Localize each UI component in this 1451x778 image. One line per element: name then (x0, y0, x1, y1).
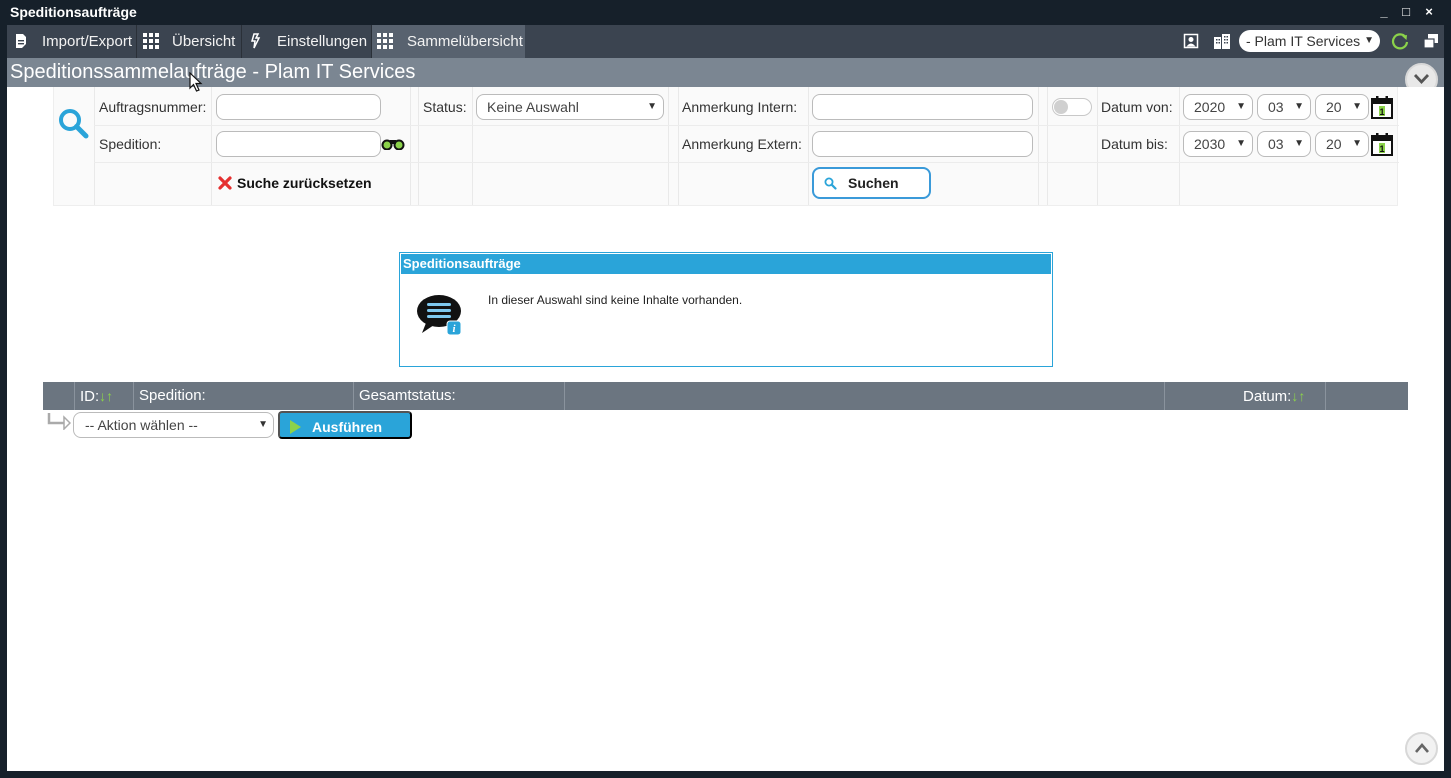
chevron-down-icon: ▼ (647, 101, 657, 112)
svg-text:1: 1 (1379, 107, 1384, 117)
auftragsnummer-label: Auftragsnummer: (99, 99, 207, 115)
auftragsnummer-input[interactable] (216, 94, 381, 120)
maximize-button[interactable]: □ (1397, 4, 1415, 20)
chevron-down-icon: ▼ (1364, 35, 1374, 46)
spedition-label: Spedition: (99, 136, 162, 152)
datum-von-year-select[interactable]: 2020 ▼ (1183, 94, 1253, 120)
grid-icon (377, 33, 393, 49)
datum-bis-day-select[interactable]: 20 ▼ (1315, 131, 1369, 157)
calendar-icon[interactable]: 1 (1371, 95, 1393, 119)
tab-import-export[interactable]: Import/Export (7, 25, 136, 58)
anmerkung-intern-label: Anmerkung Intern: (682, 99, 798, 115)
column-header-id[interactable]: ID:↓↑ (80, 382, 113, 410)
filter-panel: Auftragsnummer: Status: Keine Auswahl ▼ … (53, 87, 1399, 206)
user-profile-icon[interactable] (1183, 33, 1199, 49)
datum-bis-year-value: 2030 (1194, 136, 1226, 152)
play-icon (290, 420, 301, 434)
page-title: Speditionssammelaufträge - Plam IT Servi… (10, 61, 416, 83)
message-text: In dieser Auswahl sind keine Inhalte vor… (488, 293, 743, 307)
tab-import-export-label: Import/Export (42, 33, 133, 50)
main-content: Auftragsnummer: Status: Keine Auswahl ▼ … (7, 87, 1444, 771)
datum-von-month-select[interactable]: 03 ▼ (1257, 94, 1311, 120)
windows-icon[interactable] (1423, 33, 1439, 49)
action-select[interactable]: -- Aktion wählen -- ▼ (73, 412, 274, 438)
tab-sammeluebersicht-label: Sammelübersicht (407, 33, 523, 50)
window-titlebar: Speditionsaufträge _ □ × (0, 0, 1451, 25)
column-header-gesamtstatus[interactable]: Gesamtstatus: (359, 382, 456, 410)
datum-von-label: Datum von: (1101, 99, 1173, 115)
sort-arrows-icon[interactable]: ↓↑ (1291, 388, 1305, 404)
table-header: ID:↓↑ Spedition: Gesamtstatus: Datum:↓↑ (43, 382, 1408, 410)
calendar-icon[interactable]: 1 (1371, 132, 1393, 156)
main-toolbar: Import/Export Übersicht Einstellungen Sa… (7, 25, 1444, 58)
datum-bis-day-value: 20 (1326, 136, 1342, 152)
chevron-down-icon: ▼ (1294, 138, 1304, 149)
anmerkung-intern-input[interactable] (812, 94, 1033, 120)
tab-uebersicht[interactable]: Übersicht (137, 25, 241, 58)
column-header-datum[interactable]: Datum:↓↑ (1243, 382, 1305, 410)
company-select[interactable]: - Plam IT Services ▼ (1239, 30, 1380, 52)
info-message-box: Speditionsaufträge i In dieser Auswahl s… (399, 252, 1053, 367)
minimize-button[interactable]: _ (1375, 4, 1393, 20)
anmerkung-extern-label: Anmerkung Extern: (682, 136, 802, 152)
chevron-down-icon (1413, 74, 1430, 85)
binoculars-icon[interactable] (381, 138, 405, 150)
grid-icon (143, 33, 159, 49)
chevron-up-icon (1415, 743, 1429, 753)
chevron-down-icon: ▼ (1236, 101, 1246, 112)
document-icon (16, 34, 26, 48)
status-select-value: Keine Auswahl (487, 99, 579, 115)
company-select-value: - Plam IT Services (1246, 33, 1361, 49)
date-filter-toggle[interactable] (1052, 98, 1092, 116)
chevron-down-icon: ▼ (1352, 101, 1362, 112)
search-button-label: Suchen (848, 175, 899, 191)
datum-bis-label: Datum bis: (1101, 136, 1168, 152)
tab-sammeluebersicht[interactable]: Sammelübersicht (372, 25, 525, 58)
mouse-cursor-icon (189, 72, 203, 92)
chevron-down-icon: ▼ (1294, 101, 1304, 112)
status-select[interactable]: Keine Auswahl ▼ (476, 94, 664, 120)
scroll-to-top-button[interactable] (1405, 732, 1438, 765)
refresh-icon[interactable] (1390, 31, 1410, 51)
execute-button-label: Ausführen (312, 419, 382, 435)
corner-arrow-icon (47, 413, 71, 430)
tab-uebersicht-label: Übersicht (172, 33, 236, 50)
info-chat-icon: i (417, 295, 462, 336)
execute-button[interactable]: Ausführen (278, 411, 412, 439)
chevron-down-icon: ▼ (1352, 138, 1362, 149)
settings-icon (251, 33, 261, 49)
close-button[interactable]: × (1420, 4, 1438, 20)
svg-text:1: 1 (1379, 144, 1384, 154)
search-icon (59, 109, 89, 139)
window-title: Speditionsaufträge (10, 4, 137, 20)
page-header: Speditionssammelaufträge - Plam IT Servi… (7, 58, 1444, 96)
datum-bis-month-value: 03 (1268, 136, 1284, 152)
spedition-input[interactable] (216, 131, 381, 157)
datum-von-day-select[interactable]: 20 ▼ (1315, 94, 1369, 120)
reset-search-label: Suche zurücksetzen (237, 175, 372, 191)
column-header-spedition[interactable]: Spedition: (139, 382, 206, 410)
search-button[interactable]: Suchen (812, 167, 931, 199)
chevron-down-icon: ▼ (1236, 138, 1246, 149)
anmerkung-extern-input[interactable] (812, 131, 1033, 157)
close-icon (218, 176, 232, 190)
datum-von-month-value: 03 (1268, 99, 1284, 115)
datum-bis-month-select[interactable]: 03 ▼ (1257, 131, 1311, 157)
datum-von-day-value: 20 (1326, 99, 1342, 115)
search-icon (824, 177, 837, 190)
tab-einstellungen-label: Einstellungen (277, 33, 368, 50)
buildings-icon[interactable] (1213, 33, 1231, 49)
datum-bis-year-select[interactable]: 2030 ▼ (1183, 131, 1253, 157)
status-label: Status: (423, 99, 467, 115)
chevron-down-icon: ▼ (258, 419, 268, 430)
tab-einstellungen[interactable]: Einstellungen (242, 25, 371, 58)
action-select-value: -- Aktion wählen -- (85, 417, 198, 433)
datum-von-year-value: 2020 (1194, 99, 1226, 115)
sort-arrows-icon[interactable]: ↓↑ (99, 388, 113, 404)
message-title: Speditionsaufträge (401, 254, 1051, 274)
